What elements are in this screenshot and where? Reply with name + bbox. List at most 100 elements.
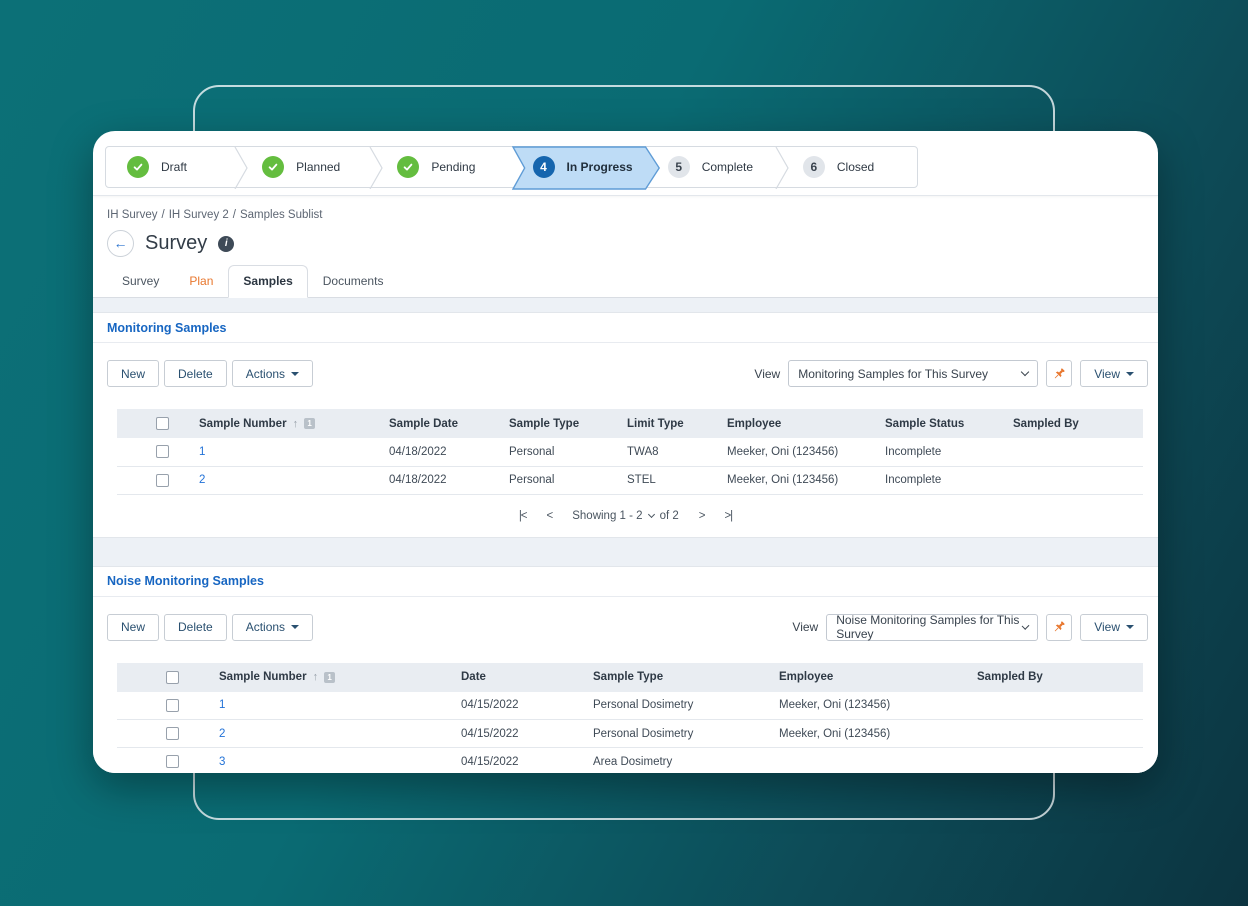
cell-limit-type: TWA8: [615, 438, 715, 466]
info-icon[interactable]: i: [218, 236, 234, 252]
monitoring-toolbar: New Delete Actions View Monitoring Sampl…: [93, 343, 1158, 394]
caret-down-icon: [291, 625, 299, 629]
column-header-sampled-by[interactable]: Sampled By: [1001, 409, 1143, 438]
table-row: 1 04/18/2022 Personal TWA8 Meeker, Oni (…: [117, 438, 1143, 466]
sample-number-link[interactable]: 1: [199, 446, 205, 458]
column-label: Sample Number: [199, 418, 287, 430]
step-label: Draft: [161, 160, 187, 174]
column-header-sampled-by[interactable]: Sampled By: [965, 663, 1143, 692]
column-header-sample-number[interactable]: Sample Number↑1: [187, 409, 377, 438]
delete-button[interactable]: Delete: [164, 360, 227, 387]
pin-view-button[interactable]: [1046, 360, 1072, 387]
step-label: Pending: [431, 160, 475, 174]
view-menu-button[interactable]: View: [1080, 614, 1148, 641]
new-button[interactable]: New: [107, 614, 159, 641]
row-checkbox[interactable]: [156, 445, 169, 458]
showing-range-label: Showing 1 - 2: [572, 510, 642, 522]
delete-button[interactable]: Delete: [164, 614, 227, 641]
last-page-button[interactable]: >|: [724, 510, 732, 522]
column-header-sample-date[interactable]: Sample Date: [377, 409, 497, 438]
actions-button[interactable]: Actions: [232, 360, 313, 387]
sample-number-link[interactable]: 3: [219, 756, 225, 768]
view-menu-label: View: [1094, 367, 1120, 381]
column-header-date[interactable]: Date: [449, 663, 581, 692]
tab-bar: Survey Plan Samples Documents: [93, 257, 1158, 298]
tab-plan[interactable]: Plan: [174, 265, 228, 298]
tab-documents[interactable]: Documents: [308, 265, 399, 298]
sample-number-link[interactable]: 1: [219, 699, 225, 711]
breadcrumb: IH Survey/IH Survey 2/Samples Sublist: [93, 196, 1158, 221]
tab-survey[interactable]: Survey: [107, 265, 174, 298]
cell-employee: Meeker, Oni (123456): [715, 466, 873, 494]
workflow-stepper: Draft Planned Pending 4 In Progress: [105, 146, 918, 188]
pin-view-button[interactable]: [1046, 614, 1072, 641]
sort-ascending-icon: ↑: [293, 418, 299, 430]
view-label: View: [754, 367, 780, 381]
actions-button[interactable]: Actions: [232, 614, 313, 641]
sort-order-badge: 1: [324, 672, 335, 683]
column-header-limit-type[interactable]: Limit Type: [615, 409, 715, 438]
sample-number-link[interactable]: 2: [199, 474, 205, 486]
step-draft[interactable]: Draft: [106, 147, 241, 187]
step-label: Complete: [702, 160, 753, 174]
app-window: Draft Planned Pending 4 In Progress: [93, 131, 1158, 773]
cell-sampled-by: [965, 720, 1143, 748]
cell-sample-type: Personal Dosimetry: [581, 720, 767, 748]
column-header-employee[interactable]: Employee: [767, 663, 965, 692]
row-checkbox[interactable]: [156, 474, 169, 487]
noise-monitoring-samples-panel: Noise Monitoring Samples New Delete Acti…: [93, 566, 1158, 774]
view-select[interactable]: Noise Monitoring Samples for This Survey: [826, 614, 1038, 641]
view-menu-button[interactable]: View: [1080, 360, 1148, 387]
first-page-button[interactable]: |<: [519, 510, 527, 522]
column-header-employee[interactable]: Employee: [715, 409, 873, 438]
back-button[interactable]: ←: [107, 230, 134, 257]
actions-label: Actions: [246, 620, 285, 634]
step-in-progress[interactable]: 4 In Progress: [512, 147, 647, 187]
stepper-band: Draft Planned Pending 4 In Progress: [93, 131, 1158, 196]
column-header-sample-type[interactable]: Sample Type: [497, 409, 615, 438]
caret-down-icon: [1126, 625, 1134, 629]
cell-date: 04/15/2022: [449, 748, 581, 774]
cell-sampled-by: [965, 692, 1143, 720]
row-checkbox[interactable]: [166, 727, 179, 740]
step-complete[interactable]: 5 Complete: [647, 147, 782, 187]
column-header-sample-number[interactable]: Sample Number↑1: [207, 663, 449, 692]
select-all-checkbox[interactable]: [166, 671, 179, 684]
monitoring-table: Sample Number↑1 Sample Date Sample Type …: [117, 409, 1143, 495]
tab-samples[interactable]: Samples: [228, 265, 307, 298]
table-header-row: Sample Number↑1 Date Sample Type Employe…: [117, 663, 1143, 692]
step-separator-icon: [234, 147, 248, 189]
view-select[interactable]: Monitoring Samples for This Survey: [788, 360, 1038, 387]
next-page-button[interactable]: >: [699, 510, 705, 522]
step-closed[interactable]: 6 Closed: [782, 147, 917, 187]
step-planned[interactable]: Planned: [241, 147, 376, 187]
step-separator-icon: [369, 147, 383, 189]
cell-limit-type: STEL: [615, 466, 715, 494]
column-header-sample-status[interactable]: Sample Status: [873, 409, 1001, 438]
sort-ascending-icon: ↑: [313, 671, 319, 683]
noise-table: Sample Number↑1 Date Sample Type Employe…: [117, 663, 1143, 774]
cell-employee: [767, 748, 965, 774]
row-checkbox[interactable]: [166, 755, 179, 768]
previous-page-button[interactable]: <: [547, 510, 553, 522]
monitoring-samples-panel: Monitoring Samples New Delete Actions Vi…: [93, 312, 1158, 538]
caret-down-icon: [1126, 372, 1134, 376]
sample-number-link[interactable]: 2: [219, 728, 225, 740]
cell-date: 04/15/2022: [449, 692, 581, 720]
step-number-circle: 4: [533, 156, 555, 178]
breadcrumb-link-ih-survey-2[interactable]: IH Survey 2: [169, 209, 229, 221]
column-header-sample-type[interactable]: Sample Type: [581, 663, 767, 692]
check-circle-icon: [397, 156, 419, 178]
breadcrumb-link-ih-survey[interactable]: IH Survey: [107, 209, 158, 221]
row-checkbox[interactable]: [166, 699, 179, 712]
view-menu-label: View: [1094, 620, 1120, 634]
chevron-down-icon: [648, 511, 655, 518]
actions-label: Actions: [246, 367, 285, 381]
new-button[interactable]: New: [107, 360, 159, 387]
view-select-value: Monitoring Samples for This Survey: [798, 367, 988, 381]
select-all-checkbox[interactable]: [156, 417, 169, 430]
pushpin-icon: [1052, 620, 1066, 634]
step-pending[interactable]: Pending: [376, 147, 511, 187]
showing-range-dropdown[interactable]: Showing 1 - 2 of 2: [572, 510, 679, 522]
cell-sample-date: 04/18/2022: [377, 438, 497, 466]
